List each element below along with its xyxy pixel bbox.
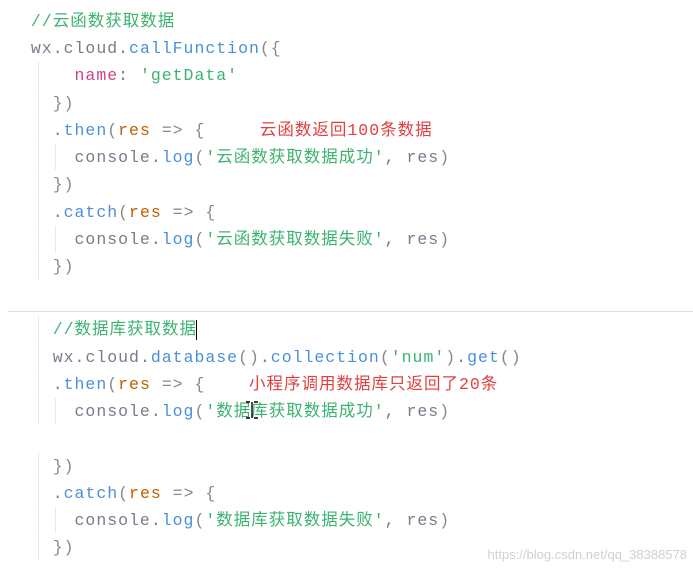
code-line: .then(res => { 云函数返回100条数据: [8, 117, 693, 144]
string-literal: '云函数获取数据成功': [205, 148, 384, 167]
code-line: console.log('云函数获取数据失败', res): [8, 226, 693, 253]
text-cursor: [196, 320, 197, 340]
method-log: log: [162, 511, 195, 530]
code-line: }): [8, 90, 693, 117]
method-get: get: [467, 348, 500, 367]
code-line: [8, 280, 693, 307]
param: res: [118, 121, 151, 140]
code-editor[interactable]: //云函数获取数据 wx.cloud.callFunction({ name: …: [0, 0, 693, 569]
identifier: res: [406, 511, 439, 530]
code-line: }): [8, 171, 693, 198]
code-line: console.log('数据库获取数据失败', res): [8, 507, 693, 534]
method-catch: catch: [64, 203, 119, 222]
identifier: res: [406, 402, 439, 421]
identifier: console: [75, 511, 151, 530]
identifier: res: [406, 230, 439, 249]
method-log: log: [162, 230, 195, 249]
method-database: database: [151, 348, 238, 367]
string-literal: '数据库获取数据成功': [205, 402, 384, 421]
code-line: name: 'getData': [8, 62, 693, 89]
code-line: .then(res => { 小程序调用数据库只返回了20条: [8, 371, 693, 398]
identifier: console: [75, 402, 151, 421]
string-literal: 'getData': [140, 66, 238, 85]
code-line: //数据库获取数据: [8, 316, 693, 343]
code-line: .catch(res => {: [8, 199, 693, 226]
string-literal: 'num': [391, 348, 446, 367]
identifier: console: [75, 230, 151, 249]
code-line: .catch(res => {: [8, 480, 693, 507]
method-catch: catch: [64, 484, 119, 503]
param: res: [118, 375, 151, 394]
code-line: }): [8, 453, 693, 480]
param: res: [129, 484, 162, 503]
identifier: wx: [31, 39, 53, 58]
property-key: name: [75, 66, 119, 85]
method-call: callFunction: [129, 39, 260, 58]
code-line: console.log('云函数获取数据成功', res): [8, 144, 693, 171]
method-collection: collection: [271, 348, 380, 367]
code-line: console.log('数据库获取数据成功', res): [8, 398, 693, 452]
code-line: wx.cloud.database().collection('num').ge…: [8, 344, 693, 371]
annotation: 小程序调用数据库只返回了20条: [249, 375, 498, 394]
identifier: cloud: [64, 39, 119, 58]
code-line: //云函数获取数据: [8, 8, 693, 35]
string-literal: '云函数获取数据失败': [205, 230, 384, 249]
comment: //云函数获取数据: [31, 12, 175, 31]
code-line: }): [8, 253, 693, 280]
method-log: log: [162, 402, 195, 421]
method-then: then: [64, 121, 108, 140]
comment: //数据库获取数据: [53, 320, 197, 339]
annotation: 云函数返回100条数据: [260, 121, 433, 140]
param: res: [129, 203, 162, 222]
watermark: https://blog.csdn.net/qq_38388578: [488, 544, 688, 565]
identifier: console: [75, 148, 151, 167]
identifier: cloud: [85, 348, 140, 367]
method-then: then: [64, 375, 108, 394]
string-literal: '数据库获取数据失败': [205, 511, 384, 530]
method-log: log: [162, 148, 195, 167]
identifier: wx: [53, 348, 75, 367]
code-line: wx.cloud.callFunction({: [8, 35, 693, 62]
divider: [8, 311, 693, 312]
identifier: res: [406, 148, 439, 167]
